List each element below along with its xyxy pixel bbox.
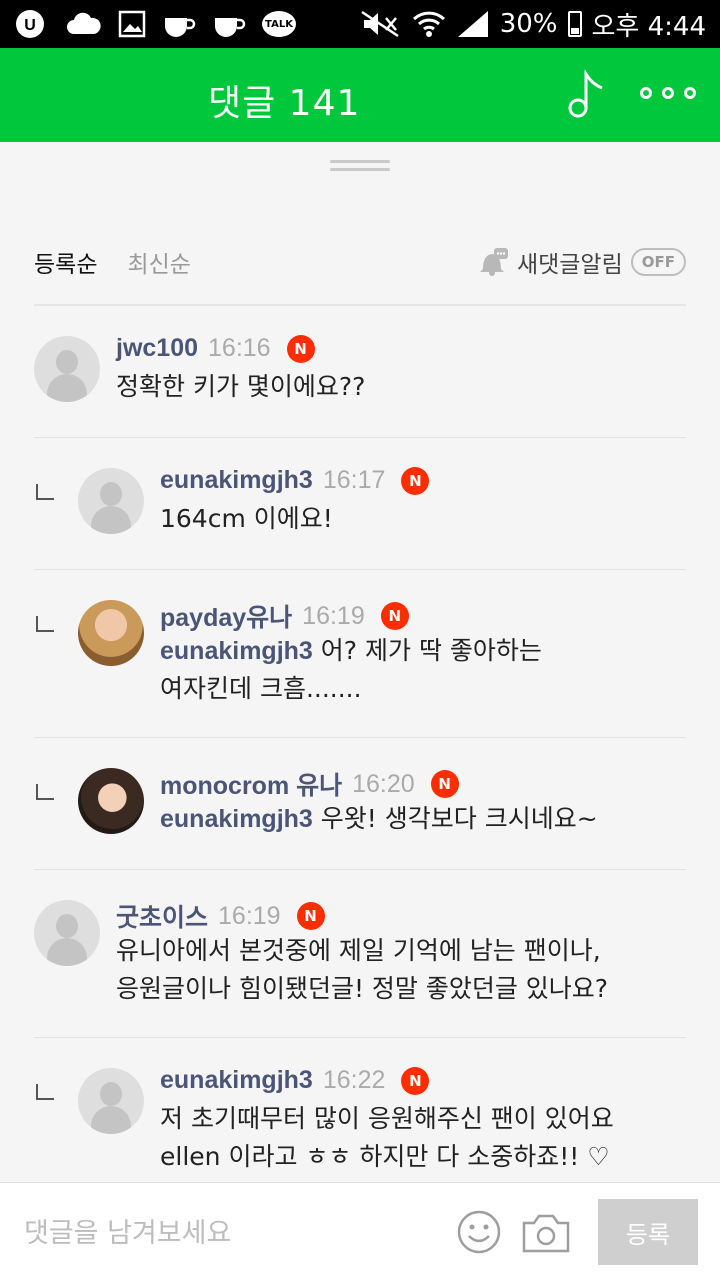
- avatar[interactable]: [78, 1068, 144, 1134]
- reply-item: payday유나 16:19 N eunakimgjh3 어? 제가 딱 좋아하…: [34, 570, 686, 738]
- comment-time: 16:20: [352, 769, 415, 798]
- camera-button[interactable]: [520, 1211, 572, 1255]
- coffee-icon: [162, 10, 196, 38]
- comment-time: 16:19: [302, 601, 365, 630]
- new-badge: N: [296, 902, 325, 930]
- new-badge: N: [430, 770, 459, 798]
- reply-item: eunakimgjh3 16:17 N 164cm 이에요!: [34, 438, 686, 570]
- emoji-button[interactable]: [456, 1209, 502, 1255]
- comment-text: 164cm 이에요!: [160, 504, 333, 533]
- gallery-icon: [118, 10, 146, 38]
- avatar[interactable]: [78, 468, 144, 534]
- comment-author[interactable]: monocrom 유나: [160, 766, 342, 802]
- kakaotalk-icon: TALK: [262, 11, 296, 37]
- uplus-icon: U: [14, 8, 50, 40]
- avatar[interactable]: [34, 336, 100, 402]
- comment-author[interactable]: eunakimgjh3: [160, 1066, 313, 1095]
- battery-icon: [567, 11, 582, 37]
- page-title: 댓글 141: [208, 83, 361, 124]
- comment-item: 굿초이스 16:19 N 유니아에서 본것중에 제일 기억에 남는 팬이나, 응…: [34, 870, 686, 1038]
- comment-text: 저 초기때무터 많이 응원해주신 팬이 있어요 ellen 이라고 ㅎㅎ 하지만…: [160, 1104, 614, 1171]
- comment-author[interactable]: jwc100: [116, 334, 198, 363]
- tab-latest-order[interactable]: 최신순: [127, 245, 190, 279]
- reply-indicator-icon: [36, 784, 54, 800]
- comment-input[interactable]: [24, 1211, 424, 1255]
- mute-icon: [360, 10, 402, 38]
- coffee-icon: [212, 10, 246, 38]
- new-badge: N: [286, 334, 315, 363]
- sort-tabs: 등록순 최신순 새댓글알림 OFF: [34, 242, 686, 282]
- smiley-icon: [457, 1210, 501, 1254]
- avatar[interactable]: [78, 600, 144, 666]
- app-header: 댓글 141: [0, 48, 720, 142]
- submit-button[interactable]: 등록: [598, 1199, 698, 1265]
- comment-sheet[interactable]: 등록순 최신순 새댓글알림 OFF jwc100 16:16 N 정확한 키가 …: [0, 142, 720, 1182]
- music-button[interactable]: [564, 68, 610, 120]
- avatar[interactable]: [34, 900, 100, 966]
- svg-text:U: U: [24, 17, 36, 34]
- avatar[interactable]: [78, 768, 144, 834]
- alarm-label: 새댓글알림: [516, 252, 623, 278]
- tab-registration-order[interactable]: 등록순: [34, 245, 97, 279]
- comment-time: 16:16: [208, 334, 271, 362]
- new-badge: N: [380, 602, 409, 630]
- new-comment-alarm[interactable]: 새댓글알림 OFF: [477, 245, 686, 279]
- reply-indicator-icon: [36, 616, 54, 632]
- dot-icon: [662, 87, 674, 99]
- mention-link[interactable]: eunakimgjh3: [160, 805, 313, 833]
- reply-item: eunakimgjh3 16:22 N 저 초기때무터 많이 응원해주신 팬이 …: [34, 1038, 686, 1182]
- drag-handle[interactable]: [330, 160, 390, 174]
- more-options-button[interactable]: [640, 78, 696, 108]
- reply-indicator-icon: [36, 1084, 54, 1100]
- dot-icon: [640, 87, 652, 99]
- comment-time: 16:17: [322, 466, 386, 494]
- comment-text: eunakimgjh3 어? 제가 딱 좋아하는 여자킨데 크흠.......: [160, 636, 542, 703]
- comment-author[interactable]: 굿초이스: [116, 898, 208, 934]
- alarm-toggle[interactable]: OFF: [630, 248, 686, 276]
- comment-text: eunakimgjh3 우왓! 생각보다 크시네요~: [160, 804, 598, 833]
- battery-percent: 30%: [499, 9, 558, 39]
- bell-icon: [479, 248, 508, 276]
- new-badge: N: [401, 1066, 430, 1095]
- signal-icon: [456, 9, 490, 39]
- comment-text: 유니아에서 본것중에 제일 기억에 남는 팬이나, 응원글이나 힘이됐던글! 정…: [116, 936, 609, 1003]
- mention-link[interactable]: eunakimgjh3: [160, 637, 313, 665]
- comment-text: 정확한 키가 몇이에요??: [116, 372, 366, 401]
- comment-input-bar: 등록: [0, 1182, 720, 1280]
- comment-time: 16:22: [322, 1066, 386, 1094]
- reply-indicator-icon: [36, 484, 54, 500]
- reply-item: monocrom 유나 16:20 N eunakimgjh3 우왓! 생각보다…: [34, 738, 686, 870]
- wifi-icon: [412, 9, 446, 39]
- comment-author[interactable]: payday유나: [160, 598, 292, 634]
- dot-icon: [684, 87, 696, 99]
- new-badge: N: [401, 466, 430, 495]
- comment-time: 16:19: [218, 901, 281, 930]
- comment-item: jwc100 16:16 N 정확한 키가 몇이에요??: [34, 306, 686, 438]
- cloud-icon: [66, 12, 102, 36]
- camera-icon: [522, 1214, 570, 1253]
- music-note-icon: [568, 68, 603, 118]
- status-bar: U TALK 30% 오후 4:44: [0, 0, 720, 48]
- comment-author[interactable]: eunakimgjh3: [160, 466, 313, 495]
- clock: 오후 4:44: [591, 11, 707, 42]
